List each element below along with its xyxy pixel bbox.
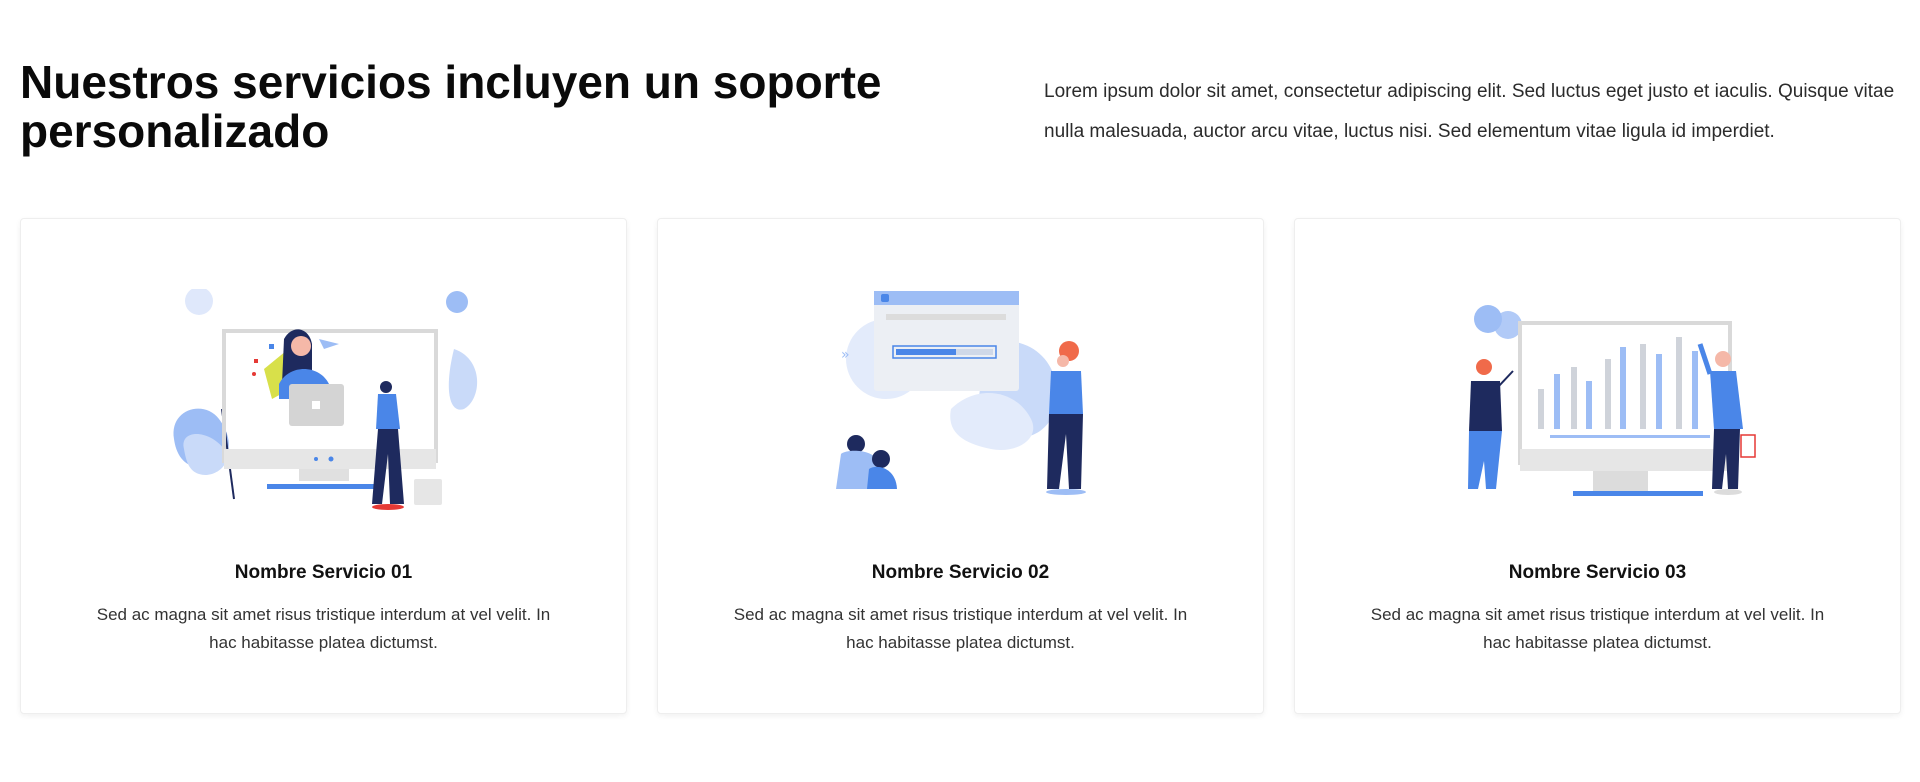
- loading-progress-illustration: »: [836, 291, 1086, 495]
- section-title: Nuestros servicios incluyen un soporte p…: [20, 56, 882, 157]
- support-agent-illustration: [173, 289, 478, 510]
- svg-text:»: »: [841, 347, 850, 363]
- service-cards: Nombre Servicio 01 Sed ac magna sit amet…: [20, 218, 1901, 714]
- services-section: Nuestros servicios incluyen un soporte p…: [0, 0, 1920, 782]
- section-intro: Lorem ipsum dolor sit amet, consectetur …: [1044, 81, 1895, 142]
- analytics-chart-illustration: [1468, 305, 1756, 496]
- service-description-3: Sed ac magna sit amet risus tristique in…: [1370, 605, 1825, 652]
- service-card-3[interactable]: Nombre Servicio 03 Sed ac magna sit amet…: [1294, 218, 1901, 714]
- service-description-1: Sed ac magna sit amet risus tristique in…: [96, 605, 551, 652]
- service-title-2: Nombre Servicio 02: [871, 562, 1050, 583]
- service-card-2[interactable]: » Nombre Servicio 02 Sed ac magna sit am…: [657, 218, 1264, 714]
- service-card-1[interactable]: Nombre Servicio 01 Sed ac magna sit amet…: [20, 218, 627, 714]
- section-header: Nuestros servicios incluyen un soporte p…: [20, 58, 1900, 156]
- service-title-1: Nombre Servicio 01: [234, 562, 413, 583]
- service-title-3: Nombre Servicio 03: [1508, 562, 1687, 583]
- service-description-2: Sed ac magna sit amet risus tristique in…: [733, 605, 1188, 652]
